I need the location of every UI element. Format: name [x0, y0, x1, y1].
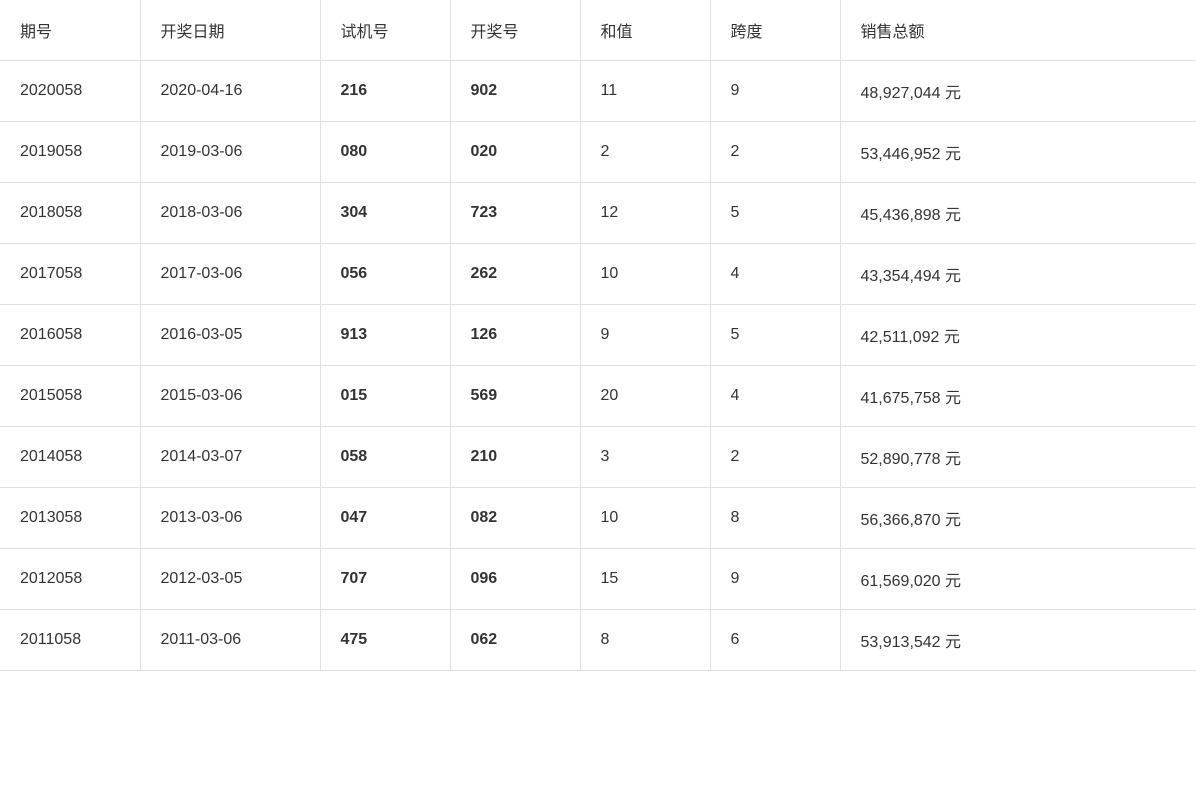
cell-date: 2011-03-06 [140, 610, 320, 671]
cell-trial: 304 [320, 183, 450, 244]
cell-period: 2020058 [0, 61, 140, 122]
table-row: 20140582014-03-070582103252,890,778 元 [0, 427, 1196, 488]
cell-trial: 058 [320, 427, 450, 488]
cell-sales: 53,446,952 元 [840, 122, 1196, 183]
cell-sum: 11 [580, 61, 710, 122]
table-row: 20130582013-03-0604708210856,366,870 元 [0, 488, 1196, 549]
cell-date: 2014-03-07 [140, 427, 320, 488]
lottery-table: 期号开奖日期试机号开奖号和值跨度销售总额 20200582020-04-1621… [0, 0, 1196, 671]
cell-date: 2013-03-06 [140, 488, 320, 549]
cell-sum: 12 [580, 183, 710, 244]
column-header-period: 期号 [0, 0, 140, 61]
cell-sum: 8 [580, 610, 710, 671]
cell-date: 2016-03-05 [140, 305, 320, 366]
cell-date: 2020-04-16 [140, 61, 320, 122]
main-container: 期号开奖日期试机号开奖号和值跨度销售总额 20200582020-04-1621… [0, 0, 1196, 786]
cell-draw: 126 [450, 305, 580, 366]
cell-span: 4 [710, 366, 840, 427]
cell-trial: 707 [320, 549, 450, 610]
cell-sales: 61,569,020 元 [840, 549, 1196, 610]
cell-sum: 3 [580, 427, 710, 488]
cell-sales: 52,890,778 元 [840, 427, 1196, 488]
cell-sales: 42,511,092 元 [840, 305, 1196, 366]
cell-span: 2 [710, 122, 840, 183]
cell-span: 9 [710, 549, 840, 610]
cell-trial: 015 [320, 366, 450, 427]
table-row: 20170582017-03-0605626210443,354,494 元 [0, 244, 1196, 305]
cell-date: 2015-03-06 [140, 366, 320, 427]
cell-sum: 9 [580, 305, 710, 366]
cell-date: 2019-03-06 [140, 122, 320, 183]
cell-trial: 913 [320, 305, 450, 366]
cell-date: 2017-03-06 [140, 244, 320, 305]
cell-span: 9 [710, 61, 840, 122]
cell-draw: 723 [450, 183, 580, 244]
cell-span: 4 [710, 244, 840, 305]
cell-sales: 45,436,898 元 [840, 183, 1196, 244]
cell-sum: 10 [580, 488, 710, 549]
cell-draw: 082 [450, 488, 580, 549]
cell-sales: 56,366,870 元 [840, 488, 1196, 549]
table-row: 20200582020-04-1621690211948,927,044 元 [0, 61, 1196, 122]
column-header-sales: 销售总额 [840, 0, 1196, 61]
cell-date: 2018-03-06 [140, 183, 320, 244]
cell-sum: 10 [580, 244, 710, 305]
cell-draw: 020 [450, 122, 580, 183]
cell-span: 8 [710, 488, 840, 549]
cell-sales: 43,354,494 元 [840, 244, 1196, 305]
table-body: 20200582020-04-1621690211948,927,044 元20… [0, 61, 1196, 671]
cell-sales: 53,913,542 元 [840, 610, 1196, 671]
table-row: 20180582018-03-0630472312545,436,898 元 [0, 183, 1196, 244]
column-header-span: 跨度 [710, 0, 840, 61]
cell-sum: 2 [580, 122, 710, 183]
table-row: 20150582015-03-0601556920441,675,758 元 [0, 366, 1196, 427]
cell-period: 2014058 [0, 427, 140, 488]
cell-period: 2015058 [0, 366, 140, 427]
cell-draw: 569 [450, 366, 580, 427]
table-row: 20120582012-03-0570709615961,569,020 元 [0, 549, 1196, 610]
cell-trial: 080 [320, 122, 450, 183]
cell-sum: 20 [580, 366, 710, 427]
cell-draw: 262 [450, 244, 580, 305]
column-header-sum: 和值 [580, 0, 710, 61]
table-row: 20190582019-03-060800202253,446,952 元 [0, 122, 1196, 183]
cell-date: 2012-03-05 [140, 549, 320, 610]
cell-draw: 902 [450, 61, 580, 122]
cell-period: 2016058 [0, 305, 140, 366]
cell-span: 5 [710, 305, 840, 366]
cell-span: 6 [710, 610, 840, 671]
cell-trial: 475 [320, 610, 450, 671]
cell-draw: 210 [450, 427, 580, 488]
cell-trial: 056 [320, 244, 450, 305]
cell-span: 2 [710, 427, 840, 488]
cell-sales: 48,927,044 元 [840, 61, 1196, 122]
column-header-draw: 开奖号 [450, 0, 580, 61]
cell-period: 2013058 [0, 488, 140, 549]
table-row: 20110582011-03-064750628653,913,542 元 [0, 610, 1196, 671]
cell-draw: 062 [450, 610, 580, 671]
column-header-date: 开奖日期 [140, 0, 320, 61]
cell-period: 2011058 [0, 610, 140, 671]
column-header-trial: 试机号 [320, 0, 450, 61]
cell-draw: 096 [450, 549, 580, 610]
cell-span: 5 [710, 183, 840, 244]
cell-period: 2018058 [0, 183, 140, 244]
table-row: 20160582016-03-059131269542,511,092 元 [0, 305, 1196, 366]
cell-trial: 047 [320, 488, 450, 549]
table-header: 期号开奖日期试机号开奖号和值跨度销售总额 [0, 0, 1196, 61]
cell-period: 2012058 [0, 549, 140, 610]
cell-period: 2019058 [0, 122, 140, 183]
cell-sales: 41,675,758 元 [840, 366, 1196, 427]
cell-sum: 15 [580, 549, 710, 610]
cell-trial: 216 [320, 61, 450, 122]
cell-period: 2017058 [0, 244, 140, 305]
